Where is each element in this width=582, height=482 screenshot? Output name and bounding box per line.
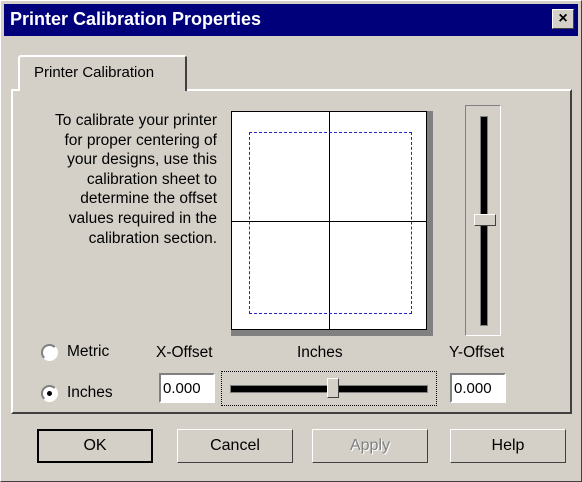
y-offset-input[interactable] [450, 373, 506, 403]
x-offset-input[interactable] [159, 373, 215, 403]
close-icon: × [558, 10, 568, 27]
cancel-button[interactable]: Cancel [177, 429, 293, 463]
x-offset-label: X-Offset [156, 344, 213, 361]
tab-label: Printer Calibration [34, 64, 155, 81]
x-offset-slider[interactable] [221, 371, 437, 406]
calibration-description: To calibrate your printer for proper cen… [55, 112, 217, 247]
ok-button[interactable]: OK [37, 429, 153, 463]
offset-unit-label: Inches [297, 344, 343, 361]
tab-printer-calibration[interactable]: Printer Calibration [18, 55, 187, 91]
y-offset-slider-thumb[interactable] [474, 214, 496, 226]
inches-radio[interactable] [41, 385, 58, 402]
calibration-sheet-preview [231, 111, 427, 330]
y-offset-label: Y-Offset [449, 344, 505, 361]
window-title: Printer Calibration Properties [10, 9, 262, 29]
close-button[interactable]: × [552, 9, 574, 29]
y-offset-slider[interactable] [465, 105, 501, 336]
inches-label: Inches [67, 384, 113, 401]
apply-button[interactable]: Apply [312, 429, 428, 463]
help-button[interactable]: Help [450, 429, 566, 463]
title-bar[interactable]: Printer Calibration Properties × [4, 4, 578, 36]
dialog-window: Printer Calibration Properties × Printer… [0, 0, 582, 482]
radio-selected-dot [47, 391, 52, 396]
printable-area-outline [249, 132, 412, 314]
metric-label: Metric [67, 343, 110, 360]
metric-radio[interactable] [41, 344, 58, 361]
x-offset-slider-thumb[interactable] [327, 378, 339, 398]
